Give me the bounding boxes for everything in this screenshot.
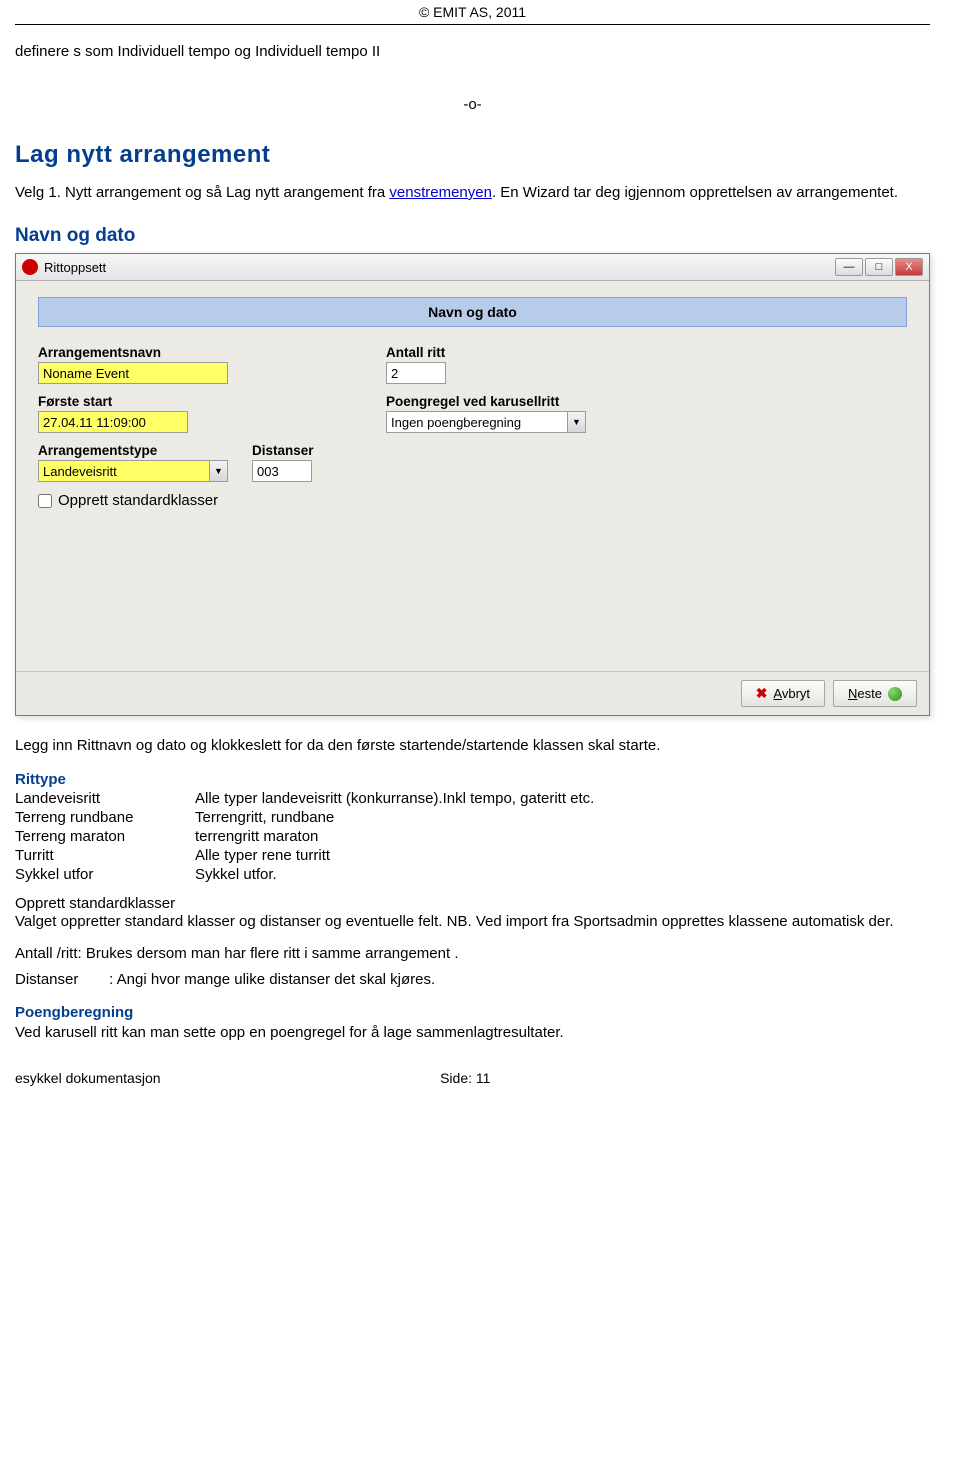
section-title: Lag nytt arrangement — [15, 141, 930, 169]
rittype-val: Terrengritt, rundbane — [195, 809, 930, 826]
distanser-k: Distanser — [15, 970, 105, 990]
poengregel-select[interactable] — [386, 411, 568, 433]
opprett-title: Opprett standardklasser — [15, 895, 930, 912]
distanser-line: Distanser : Angi hvor mange ulike distan… — [15, 970, 930, 990]
section-intro: Velg 1. Nytt arrangement og så Lag nytt … — [15, 183, 930, 203]
opprett-text: Valget oppretter standard klasser og dis… — [15, 912, 930, 932]
page-copyright: © EMIT AS, 2011 — [15, 0, 930, 22]
page-footer: esykkel dokumentasjon Side: 11 — [15, 1070, 930, 1086]
distanser-v: : Angi hvor mange ulike distanser det sk… — [109, 971, 435, 988]
rittype-key: Turritt — [15, 847, 195, 864]
post-text: Legg inn Rittnavn og dato og klokkeslett… — [15, 736, 930, 1043]
label-antall-ritt: Antall ritt — [386, 345, 666, 360]
chevron-down-icon: ▼ — [572, 417, 581, 427]
maximize-icon: □ — [876, 262, 883, 273]
page-number: Side: 11 — [161, 1070, 770, 1086]
poengberegning-title: Poengberegning — [15, 1004, 930, 1021]
dialog-body: Navn og dato Arrangementsnavn Antall rit… — [16, 281, 929, 671]
rittype-val: Alle typer landeveisritt (konkurranse).I… — [195, 790, 930, 807]
next-button[interactable]: Neste Neste — [833, 680, 917, 707]
rittoppsett-window: Rittoppsett — □ X Navn og dato Arrangeme… — [15, 253, 930, 716]
label-opprett-standardklasser: Opprett standardklasser — [58, 492, 218, 509]
rittype-key: Sykkel utfor — [15, 866, 195, 883]
go-icon — [888, 687, 902, 701]
chevron-down-icon: ▼ — [214, 466, 223, 476]
post-p1: Legg inn Rittnavn og dato og klokkeslett… — [15, 736, 930, 756]
antall-ritt-input[interactable] — [386, 362, 446, 384]
distanser-input[interactable] — [252, 460, 312, 482]
label-arrangementsnavn: Arrangementsnavn — [38, 345, 228, 360]
close-button[interactable]: X — [895, 258, 923, 276]
x-icon: ✖ — [756, 685, 768, 702]
cancel-label: AAvbrytvbryt — [773, 686, 810, 701]
arrangementstype-select[interactable] — [38, 460, 210, 482]
rittype-val: Sykkel utfor. — [195, 866, 930, 883]
label-distanser: Distanser — [252, 443, 362, 458]
rittype-list: Landeveisritt Alle typer landeveisritt (… — [15, 790, 930, 883]
minimize-button[interactable]: — — [835, 258, 863, 276]
label-arrangementstype: Arrangementstype — [38, 443, 228, 458]
maximize-button[interactable]: □ — [865, 258, 893, 276]
label-forste-start: Første start — [38, 394, 228, 409]
next-label: Neste — [848, 686, 882, 701]
app-icon — [22, 259, 38, 275]
titlebar: Rittoppsett — □ X — [16, 254, 929, 281]
top-rule — [15, 24, 930, 25]
intro-text: definere s som Individuell tempo og Indi… — [15, 43, 930, 60]
rittype-key: Terreng maraton — [15, 828, 195, 845]
window-title: Rittoppsett — [44, 260, 106, 275]
opprett-standardklasser-checkbox[interactable] — [38, 494, 52, 508]
rittype-val: Alle typer rene turritt — [195, 847, 930, 864]
footer-left: esykkel dokumentasjon — [15, 1070, 161, 1086]
minimize-icon: — — [844, 262, 855, 273]
label-poengregel: Poengregel ved karusellritt — [386, 394, 666, 409]
dialog-title: Navn og dato — [38, 297, 907, 327]
rittype-key: Terreng rundbane — [15, 809, 195, 826]
arrangementsnavn-input[interactable] — [38, 362, 228, 384]
subsection-title: Navn og dato — [15, 225, 930, 247]
section-divider: -o- — [15, 96, 930, 113]
poengberegning-text: Ved karusell ritt kan man sette opp en p… — [15, 1023, 930, 1043]
dialog-footer: ✖ AAvbrytvbryt Neste Neste — [16, 671, 929, 715]
section-intro-a: Velg 1. Nytt arrangement og så Lag nytt … — [15, 184, 389, 201]
rittype-key: Landeveisritt — [15, 790, 195, 807]
antall-line: Antall /ritt: Brukes dersom man har fler… — [15, 944, 930, 964]
window-controls: — □ X — [835, 258, 923, 276]
cancel-button[interactable]: ✖ AAvbrytvbryt — [741, 680, 825, 707]
poengregel-dropdown-button[interactable]: ▼ — [568, 411, 586, 433]
rittype-val: terrengritt maraton — [195, 828, 930, 845]
section-intro-b: . En Wizard tar deg igjennom opprettelse… — [492, 184, 898, 201]
form-grid: Arrangementsnavn Antall ritt Første star… — [38, 345, 907, 482]
rittype-title: Rittype — [15, 771, 930, 788]
arrangementstype-dropdown-button[interactable]: ▼ — [210, 460, 228, 482]
forste-start-input[interactable] — [38, 411, 188, 433]
venstremenyen-link[interactable]: venstremenyen — [389, 184, 492, 201]
close-icon: X — [905, 262, 912, 273]
